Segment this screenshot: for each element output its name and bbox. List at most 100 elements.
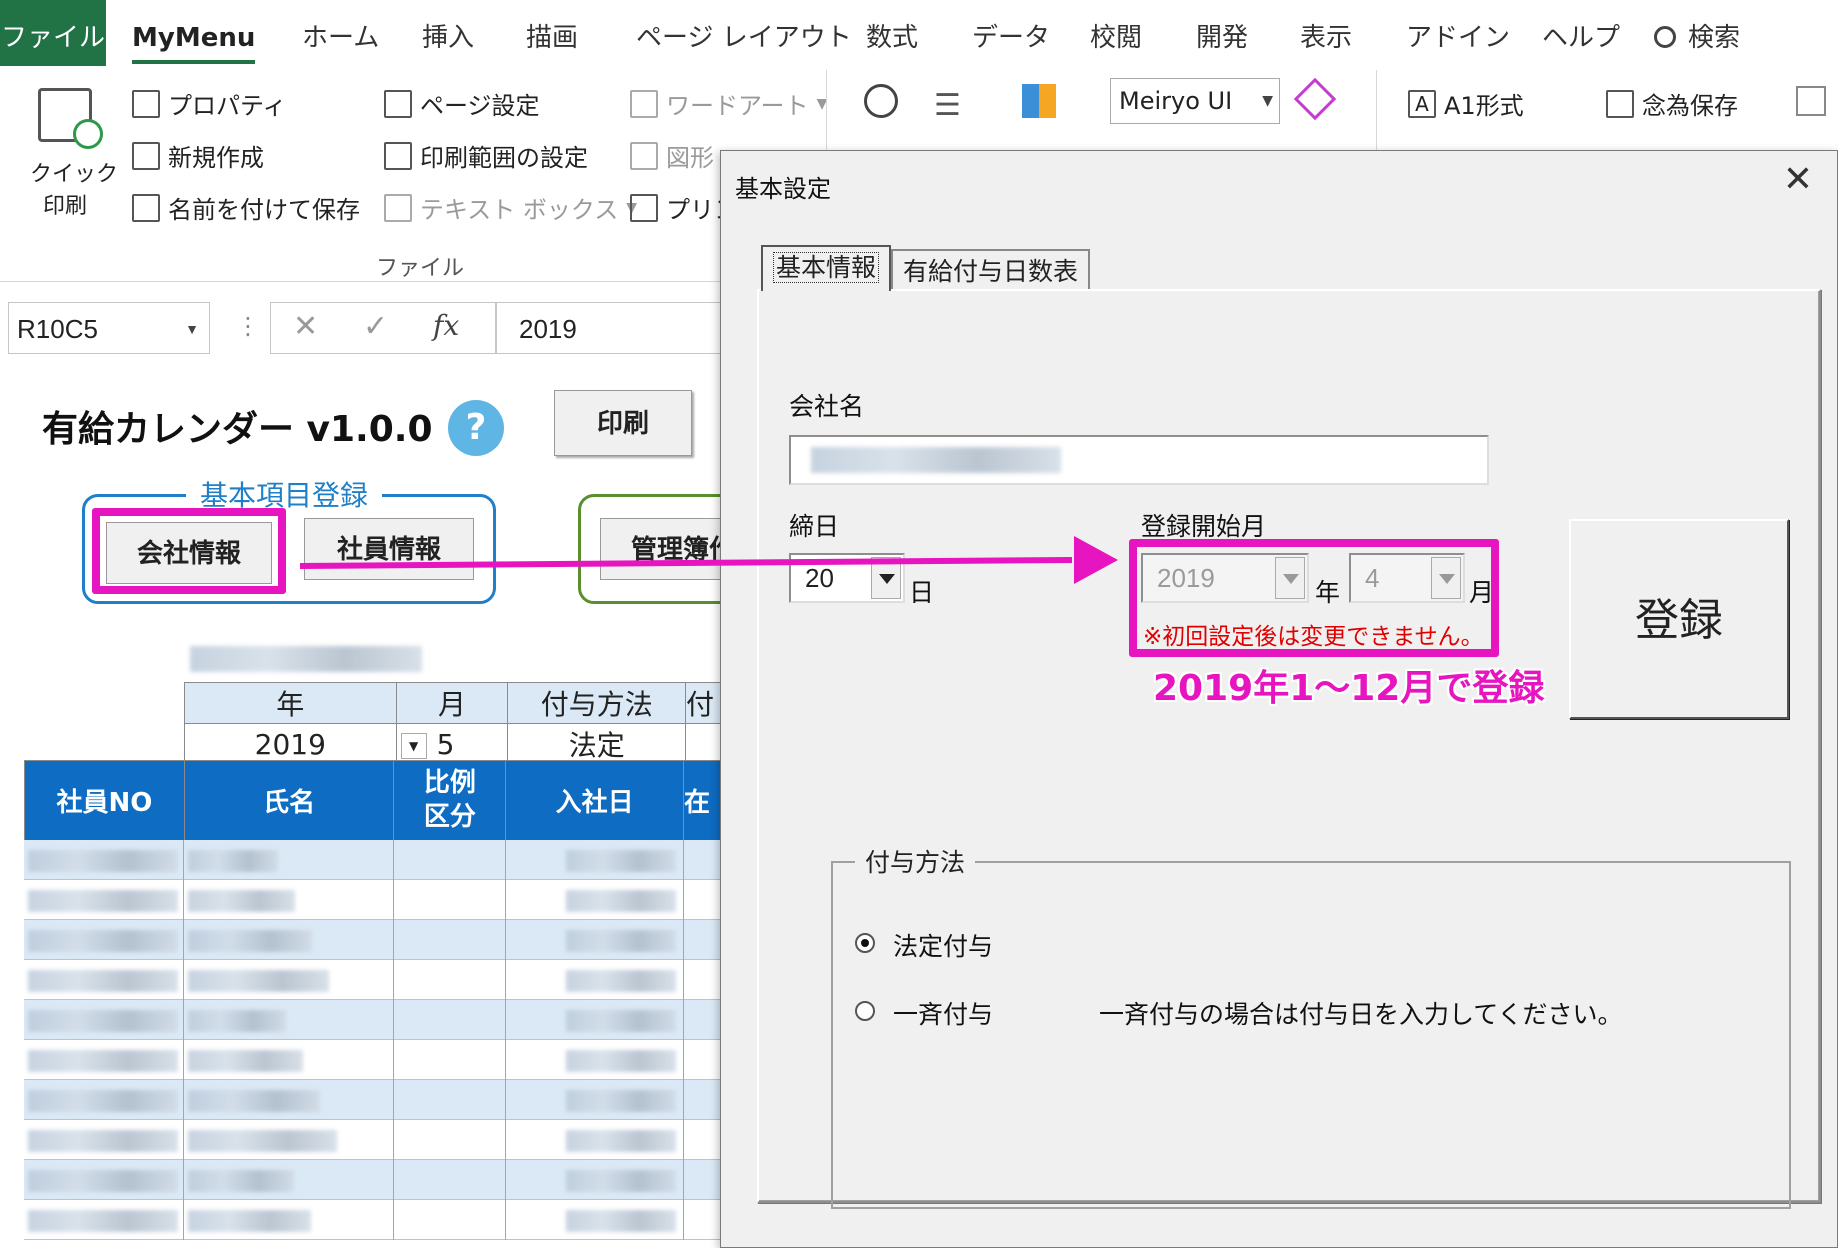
- save-as-icon: [132, 193, 160, 222]
- dialog-tab-panel: 会社名 締日 20 日 登録開始月 2019 年 4 月 ※初回設定後は変更でき…: [757, 289, 1821, 1209]
- table-cell: [684, 1200, 724, 1240]
- blurred-value: [188, 1090, 320, 1112]
- table-cell: [24, 1000, 184, 1040]
- check-icon[interactable]: ✓: [363, 309, 388, 344]
- blurred-value: [188, 970, 329, 992]
- name-box[interactable]: R10C5 ▼: [8, 302, 210, 354]
- blurred-value: [188, 850, 278, 872]
- help-button[interactable]: ?: [448, 400, 504, 456]
- table-cell: [684, 1160, 724, 1200]
- shapes-icon: [630, 141, 658, 170]
- company-name-input[interactable]: [789, 435, 1489, 485]
- param-month-cell[interactable]: ▼ 5: [395, 723, 509, 765]
- employee-rows: [24, 840, 724, 1248]
- excel-window: ファイル MyMenu ホーム 挿入 描画 ページ レイアウト 数式 データ 校…: [0, 0, 1838, 1248]
- blurred-value: [28, 930, 178, 952]
- print-area-button[interactable]: 印刷範囲の設定: [384, 138, 588, 173]
- table-cell: [684, 840, 724, 880]
- new-document-icon: [132, 141, 160, 170]
- table-row[interactable]: [24, 880, 724, 920]
- tab-insert[interactable]: 挿入: [422, 0, 474, 66]
- param-header-method: 付与方法: [507, 682, 686, 724]
- table-row[interactable]: [24, 1160, 724, 1200]
- blurred-value: [566, 1050, 676, 1072]
- table-cell: [506, 840, 684, 880]
- table-row[interactable]: [24, 1200, 724, 1240]
- macro-icon[interactable]: [1796, 86, 1826, 116]
- eraser-icon[interactable]: [1293, 77, 1337, 121]
- tab-paid-leave-table[interactable]: 有給付与日数表: [891, 249, 1091, 291]
- table-cell: [506, 880, 684, 920]
- radio-statutory[interactable]: [855, 933, 875, 953]
- tab-developer[interactable]: 開発: [1196, 0, 1248, 66]
- radio-uniform[interactable]: [855, 1001, 875, 1021]
- cancel-icon[interactable]: ✕: [293, 309, 318, 344]
- new-file-button[interactable]: 新規作成: [132, 138, 264, 173]
- align-icon[interactable]: ☰: [934, 88, 961, 123]
- tab-search[interactable]: 検索: [1654, 0, 1740, 66]
- ledger-button[interactable]: 管理簿作: [600, 518, 740, 580]
- page-setup-button[interactable]: ページ設定: [384, 86, 540, 121]
- highlight-start-month: [1129, 539, 1499, 657]
- tab-home[interactable]: ホーム: [302, 0, 379, 66]
- param-method-cell[interactable]: 法定: [507, 723, 686, 765]
- save-file-icon: [1606, 89, 1634, 118]
- tab-addins[interactable]: アドイン: [1406, 0, 1510, 66]
- save-as-button[interactable]: 名前を付けて保存: [132, 190, 360, 225]
- properties-button[interactable]: プロパティ: [132, 86, 287, 121]
- wordart-icon: [630, 89, 658, 118]
- tab-data[interactable]: データ: [972, 0, 1050, 66]
- employee-table: 社員NO 氏名 比例 区分 入社日 在: [24, 760, 724, 841]
- closing-day-label: 締日: [789, 512, 840, 541]
- table-row[interactable]: [24, 840, 724, 880]
- a1-format-button[interactable]: A A1形式: [1408, 86, 1524, 121]
- tab-draw[interactable]: 描画: [526, 0, 578, 66]
- grant-method-frame: [831, 861, 1791, 1209]
- param-year-cell[interactable]: 2019: [184, 723, 397, 765]
- blurred-value: [188, 890, 295, 912]
- table-row[interactable]: [24, 960, 724, 1000]
- table-row[interactable]: [24, 1080, 724, 1120]
- find-icon[interactable]: [864, 84, 898, 118]
- table-row[interactable]: [24, 920, 724, 960]
- employee-info-button[interactable]: 社員情報: [304, 518, 474, 580]
- font-name-select[interactable]: Meiryo UI ▼: [1110, 78, 1280, 124]
- table-row[interactable]: [24, 1000, 724, 1040]
- blurred-value: [188, 1170, 294, 1192]
- parameter-table: 年 月 付与方法 付 2019 ▼ 5 法定: [184, 682, 724, 765]
- closing-day-select[interactable]: 20: [789, 553, 905, 603]
- ribbon-tab-bar: ファイル MyMenu ホーム 挿入 描画 ページ レイアウト 数式 データ 校…: [0, 0, 1838, 70]
- conditional-format-icon[interactable]: [1022, 84, 1056, 118]
- table-cell: [684, 1120, 724, 1160]
- blurred-value: [28, 970, 178, 992]
- sheet-print-button[interactable]: 印刷: [554, 390, 692, 456]
- blurred-value: [566, 930, 676, 952]
- text-box-button[interactable]: テキスト ボックス ▼: [384, 190, 637, 225]
- chevron-down-icon: ▼: [1262, 93, 1273, 109]
- tab-help[interactable]: ヘルプ: [1542, 0, 1620, 66]
- blurred-value: [566, 1210, 676, 1232]
- chevron-down-icon[interactable]: [871, 557, 901, 599]
- tab-file[interactable]: ファイル: [0, 0, 106, 66]
- quick-print-button[interactable]: クイック 印刷: [30, 88, 118, 220]
- function-icon[interactable]: fx: [433, 309, 459, 342]
- close-icon[interactable]: ✕: [1783, 159, 1813, 200]
- table-row[interactable]: [24, 1120, 724, 1160]
- wordart-button[interactable]: ワードアート ▼: [630, 86, 827, 121]
- table-row[interactable]: [24, 1040, 724, 1080]
- tab-basic-info[interactable]: 基本情報: [761, 245, 892, 291]
- highlight-company-button: [92, 508, 286, 594]
- backup-save-button[interactable]: 念為保存: [1606, 86, 1738, 121]
- shapes-button[interactable]: 図形: [630, 138, 714, 173]
- tab-mymenu[interactable]: MyMenu: [132, 0, 256, 66]
- dropdown-icon[interactable]: ▼: [400, 732, 427, 759]
- table-cell: [184, 1040, 394, 1080]
- register-button[interactable]: 登録: [1569, 519, 1789, 719]
- grant-method-label: 付与方法: [855, 843, 976, 879]
- tab-page-layout[interactable]: ページ レイアウト: [636, 0, 852, 66]
- tab-view[interactable]: 表示: [1300, 0, 1352, 66]
- tab-formulas[interactable]: 数式: [866, 0, 918, 66]
- tab-review[interactable]: 校閲: [1090, 0, 1142, 66]
- radio-statutory-label: 法定付与: [893, 932, 994, 961]
- table-cell: [184, 1000, 394, 1040]
